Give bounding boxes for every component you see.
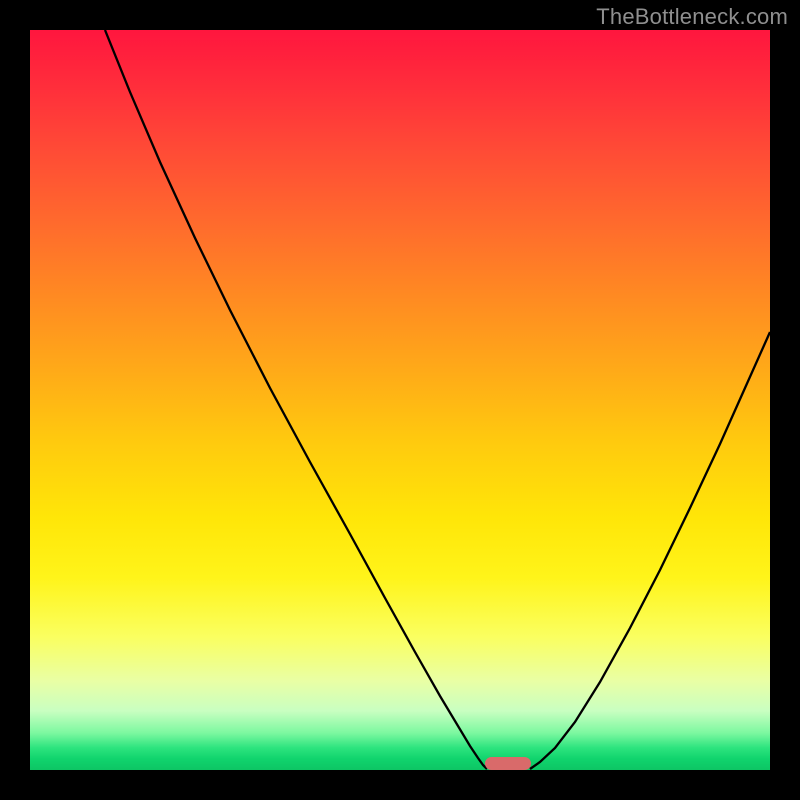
- watermark-text: TheBottleneck.com: [596, 4, 788, 30]
- curve-right-branch: [530, 332, 770, 769]
- curve-left-branch: [105, 30, 487, 769]
- bottleneck-curve: [30, 30, 770, 770]
- chart-stage: TheBottleneck.com: [0, 0, 800, 800]
- optimal-marker: [485, 757, 531, 770]
- chart-plot-area: [30, 30, 770, 770]
